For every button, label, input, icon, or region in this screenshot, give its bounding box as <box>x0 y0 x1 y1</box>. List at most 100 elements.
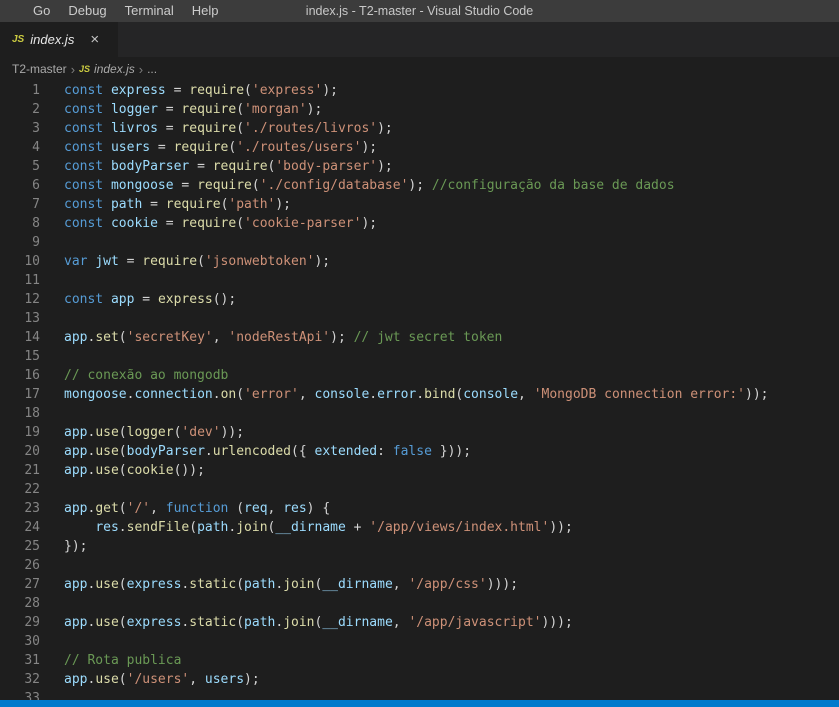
line-number[interactable]: 10 <box>0 252 40 271</box>
menu-item-debug[interactable]: Debug <box>59 0 115 22</box>
code-line[interactable]: 21app.use(cookie()); <box>0 461 839 480</box>
code-line[interactable]: 33 <box>0 689 839 700</box>
token-var: users <box>205 672 244 687</box>
line-number[interactable]: 29 <box>0 613 40 632</box>
line-number[interactable]: 23 <box>0 499 40 518</box>
code-line[interactable]: 25}); <box>0 537 839 556</box>
menu-item-go[interactable]: Go <box>24 0 59 22</box>
code-line[interactable]: 14app.set('secretKey', 'nodeRestApi'); /… <box>0 328 839 347</box>
code-text: var jwt = require('jsonwebtoken'); <box>40 252 330 271</box>
line-number[interactable]: 1 <box>0 81 40 100</box>
code-line[interactable]: 29app.use(express.static(path.join(__dir… <box>0 613 839 632</box>
code-line[interactable]: 1const express = require('express'); <box>0 81 839 100</box>
code-line[interactable]: 15 <box>0 347 839 366</box>
token-pn <box>103 83 111 98</box>
code-line[interactable]: 16// conexão ao mongodb <box>0 366 839 385</box>
code-line[interactable]: 12const app = express(); <box>0 290 839 309</box>
line-number[interactable]: 17 <box>0 385 40 404</box>
token-str: 'jsonwebtoken' <box>205 254 315 269</box>
token-str: '/app/css' <box>408 577 486 592</box>
token-fn: join <box>236 520 267 535</box>
token-str: 'dev' <box>181 425 220 440</box>
line-number[interactable]: 5 <box>0 157 40 176</box>
code-line[interactable]: 28 <box>0 594 839 613</box>
tab-indexjs[interactable]: JS index.js × <box>0 22 118 57</box>
token-pn: ( <box>119 577 127 592</box>
code-line[interactable]: 4const users = require('./routes/users')… <box>0 138 839 157</box>
code-text <box>40 404 64 423</box>
code-line[interactable]: 6const mongoose = require('./config/data… <box>0 176 839 195</box>
code-line[interactable]: 24 res.sendFile(path.join(__dirname + '/… <box>0 518 839 537</box>
line-number[interactable]: 33 <box>0 689 40 700</box>
line-number[interactable]: 31 <box>0 651 40 670</box>
code-line[interactable]: 22 <box>0 480 839 499</box>
menu-item-terminal[interactable]: Terminal <box>116 0 183 22</box>
code-lines: 1const express = require('express');2con… <box>0 81 839 700</box>
line-number[interactable]: 27 <box>0 575 40 594</box>
code-line[interactable]: 8const cookie = require('cookie-parser')… <box>0 214 839 233</box>
code-line[interactable]: 23app.get('/', function (req, res) { <box>0 499 839 518</box>
line-number[interactable]: 12 <box>0 290 40 309</box>
titlebar: GoDebugTerminalHelp index.js - T2-master… <box>0 0 839 22</box>
line-number[interactable]: 24 <box>0 518 40 537</box>
line-number[interactable]: 19 <box>0 423 40 442</box>
token-pn: . <box>416 387 424 402</box>
line-number[interactable]: 9 <box>0 233 40 252</box>
token-var: connection <box>134 387 212 402</box>
code-text: app.use(express.static(path.join(__dirna… <box>40 575 518 594</box>
line-number[interactable]: 18 <box>0 404 40 423</box>
breadcrumb-symbol[interactable]: ... <box>147 62 157 76</box>
line-number[interactable]: 21 <box>0 461 40 480</box>
line-number[interactable]: 26 <box>0 556 40 575</box>
code-line[interactable]: 11 <box>0 271 839 290</box>
line-number[interactable]: 13 <box>0 309 40 328</box>
line-number[interactable]: 22 <box>0 480 40 499</box>
token-fn: static <box>189 615 236 630</box>
code-line[interactable]: 10var jwt = require('jsonwebtoken'); <box>0 252 839 271</box>
line-number[interactable]: 4 <box>0 138 40 157</box>
token-str: 'MongoDB connection error:' <box>534 387 745 402</box>
token-fn: use <box>95 463 118 478</box>
breadcrumb-file[interactable]: index.js <box>94 62 135 76</box>
code-line[interactable]: 20app.use(bodyParser.urlencoded({ extend… <box>0 442 839 461</box>
line-number[interactable]: 25 <box>0 537 40 556</box>
line-number[interactable]: 32 <box>0 670 40 689</box>
token-fn: use <box>95 615 118 630</box>
code-line[interactable]: 32app.use('/users', users); <box>0 670 839 689</box>
code-line[interactable]: 3const livros = require('./routes/livros… <box>0 119 839 138</box>
menu-item-help[interactable]: Help <box>183 0 228 22</box>
token-pn: ( <box>119 615 127 630</box>
code-text: const cookie = require('cookie-parser'); <box>40 214 377 233</box>
code-line[interactable]: 7const path = require('path'); <box>0 195 839 214</box>
line-number[interactable]: 16 <box>0 366 40 385</box>
token-str: '/users' <box>127 672 190 687</box>
code-line[interactable]: 19app.use(logger('dev')); <box>0 423 839 442</box>
line-number[interactable]: 14 <box>0 328 40 347</box>
line-number[interactable]: 28 <box>0 594 40 613</box>
token-pn: ({ <box>291 444 314 459</box>
code-line[interactable]: 26 <box>0 556 839 575</box>
code-line[interactable]: 18 <box>0 404 839 423</box>
code-line[interactable]: 30 <box>0 632 839 651</box>
line-number[interactable]: 20 <box>0 442 40 461</box>
line-number[interactable]: 7 <box>0 195 40 214</box>
line-number[interactable]: 8 <box>0 214 40 233</box>
line-number[interactable]: 2 <box>0 100 40 119</box>
token-fn: require <box>142 254 197 269</box>
code-line[interactable]: 2const logger = require('morgan'); <box>0 100 839 119</box>
code-line[interactable]: 13 <box>0 309 839 328</box>
close-icon[interactable]: × <box>90 32 99 47</box>
code-line[interactable]: 31// Rota publica <box>0 651 839 670</box>
breadcrumb-folder[interactable]: T2-master <box>12 62 67 76</box>
code-line[interactable]: 9 <box>0 233 839 252</box>
editor[interactable]: 1const express = require('express');2con… <box>0 81 839 700</box>
line-number[interactable]: 15 <box>0 347 40 366</box>
code-line[interactable]: 17mongoose.connection.on('error', consol… <box>0 385 839 404</box>
line-number[interactable]: 3 <box>0 119 40 138</box>
token-pn: )); <box>549 520 572 535</box>
line-number[interactable]: 6 <box>0 176 40 195</box>
code-line[interactable]: 5const bodyParser = require('body-parser… <box>0 157 839 176</box>
code-line[interactable]: 27app.use(express.static(path.join(__dir… <box>0 575 839 594</box>
line-number[interactable]: 30 <box>0 632 40 651</box>
line-number[interactable]: 11 <box>0 271 40 290</box>
